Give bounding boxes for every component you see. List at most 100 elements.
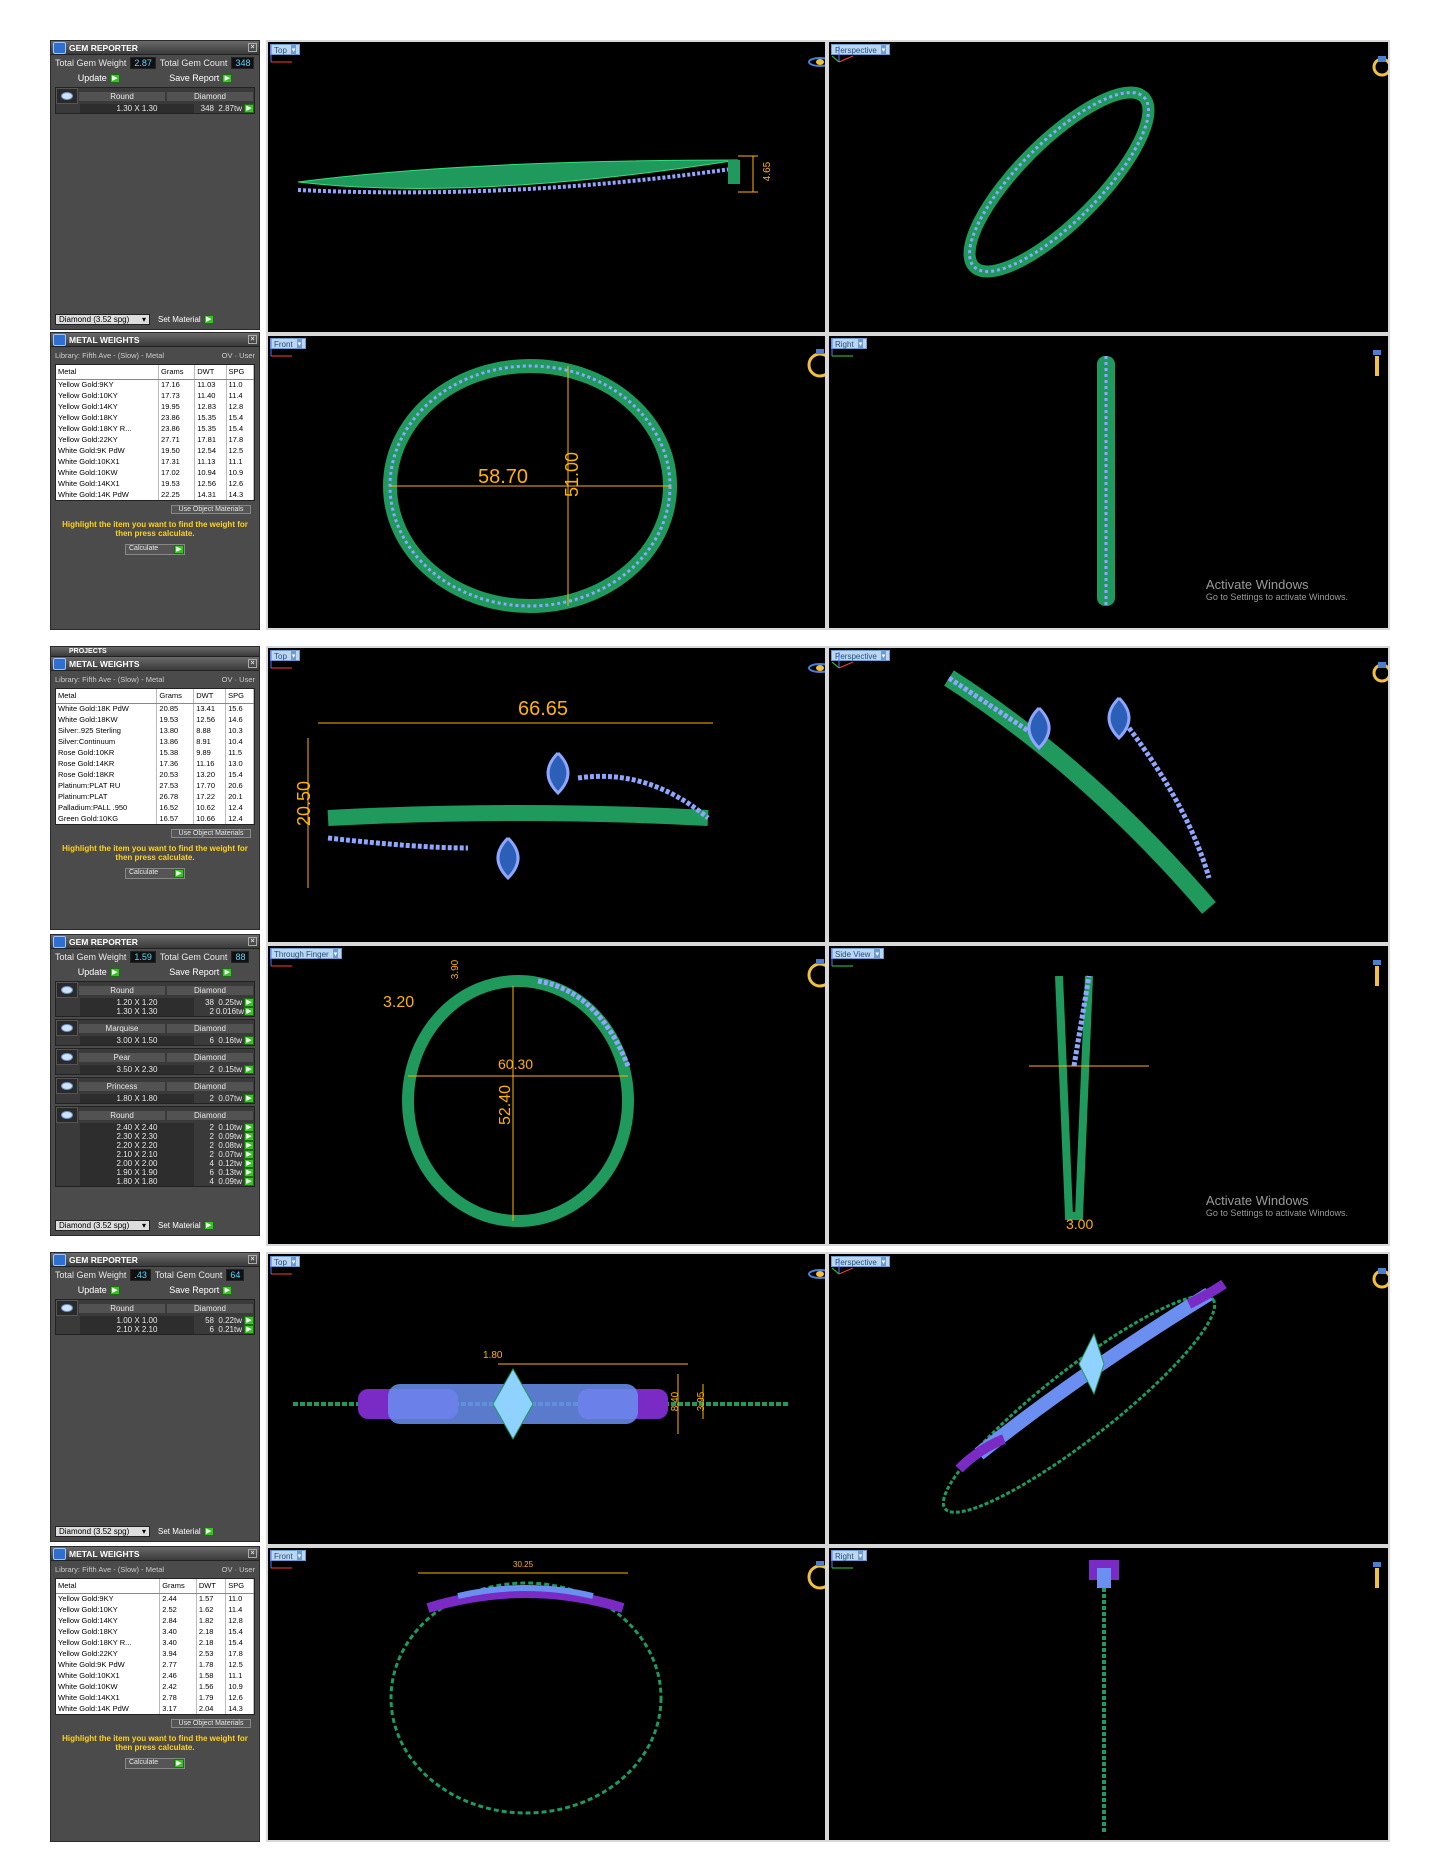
table-row[interactable]: Silver:.925 Sterling 13.80 8.88 10.3 xyxy=(56,725,254,736)
set-material-button[interactable]: Set Material ▶ xyxy=(154,315,218,324)
ov-toggle[interactable]: OV xyxy=(222,1565,233,1574)
viewport-perspective[interactable]: Perspective ▾ xyxy=(829,1254,1388,1544)
column-header[interactable]: SPG xyxy=(225,1579,254,1594)
update-button[interactable]: Update ▶ xyxy=(74,967,124,977)
gem-group[interactable]: Princess Diamond 1.80 X 1.80 2 0.07tw ▶ xyxy=(55,1077,255,1104)
gem-group[interactable]: Round Diamond 1.00 X 1.00 58 0.22tw ▶ 2.10 X… xyxy=(55,1299,255,1335)
close-icon[interactable]: × xyxy=(248,1255,257,1264)
gem-size-row[interactable]: 1.30 X 1.30 2 0.016tw ▶ xyxy=(56,1007,254,1016)
table-row[interactable]: Rose Gold:10KR 15.38 9.89 11.5 xyxy=(56,747,254,758)
projects-title[interactable]: PROJECTS xyxy=(51,647,259,657)
viewport-right[interactable]: Right ▾ Activate Windows Go to Settings to… xyxy=(829,336,1388,628)
calculate-button[interactable]: Calculate ▶ xyxy=(125,868,185,879)
viewport-through-finger[interactable]: 3.20 3.90 60.30 52.40 Through Finger ▾ xyxy=(268,946,825,1244)
table-row[interactable]: White Gold:9K PdW 19.50 12.54 12.5 xyxy=(56,445,255,456)
column-header[interactable]: Metal xyxy=(56,689,158,704)
gem-size-row[interactable]: 1.90 X 1.90 6 0.13tw ▶ xyxy=(56,1168,254,1177)
viewport-top[interactable]: 66.65 20.50 Top ▾ xyxy=(268,648,825,942)
table-row[interactable]: Palladium:PALL .950 16.52 10.62 12.4 xyxy=(56,802,254,813)
calculate-button[interactable]: Calculate ▶ xyxy=(125,544,185,555)
gem-size-row[interactable]: 2.10 X 2.10 6 0.21tw ▶ xyxy=(56,1325,254,1334)
gem-size-row[interactable]: 2.20 X 2.20 2 0.08tw ▶ xyxy=(56,1141,254,1150)
material-select[interactable]: Diamond (3.52 spg) ▾ xyxy=(55,314,150,325)
table-row[interactable]: White Gold:14K PdW 22.25 14.31 14.3 xyxy=(56,489,255,500)
table-row[interactable]: White Gold:10KX1 2.46 1.58 11.1 xyxy=(56,1670,254,1681)
user-toggle[interactable]: User xyxy=(239,351,255,360)
column-header[interactable]: Metal xyxy=(56,365,160,380)
close-icon[interactable]: × xyxy=(248,659,257,668)
user-toggle[interactable]: User xyxy=(239,675,255,684)
play-icon[interactable]: ▶ xyxy=(244,1159,254,1168)
play-icon[interactable]: ▶ xyxy=(244,1141,254,1150)
table-row[interactable]: White Gold:18KW 19.53 12.56 14.6 xyxy=(56,714,254,725)
play-icon[interactable]: ▶ xyxy=(244,104,254,113)
table-row[interactable]: Yellow Gold:9KY 17.16 11.03 11.0 xyxy=(56,379,255,390)
table-row[interactable]: Yellow Gold:22KY 3.94 2.53 17.8 xyxy=(56,1648,254,1659)
gem-size-row[interactable]: 1.80 X 1.80 4 0.09tw ▶ xyxy=(56,1177,254,1186)
play-icon[interactable]: ▶ xyxy=(244,1177,254,1186)
close-icon[interactable]: × xyxy=(248,335,257,344)
table-row[interactable]: Yellow Gold:18KY 3.40 2.18 15.4 xyxy=(56,1626,254,1637)
gem-group[interactable]: Round Diamond 2.40 X 2.40 2 0.10tw ▶ 2.30 X 2.… xyxy=(55,1106,255,1187)
gem-group[interactable]: Pear Diamond 3.50 X 2.30 2 0.15tw ▶ xyxy=(55,1048,255,1075)
play-icon[interactable]: ▶ xyxy=(244,1132,254,1141)
table-row[interactable]: Platinum:PLAT RU 27.53 17.70 20.6 xyxy=(56,780,254,791)
table-row[interactable]: White Gold:10KW 17.02 10.94 10.9 xyxy=(56,467,255,478)
column-header[interactable]: DWT xyxy=(196,1579,227,1594)
column-header[interactable]: SPG xyxy=(225,689,254,704)
column-header[interactable]: DWT xyxy=(194,365,227,380)
table-row[interactable]: Yellow Gold:14KY 19.95 12.83 12.8 xyxy=(56,401,255,412)
table-row[interactable]: Rose Gold:14KR 17.36 11.16 13.0 xyxy=(56,758,254,769)
set-material-button[interactable]: Set Material ▶ xyxy=(154,1221,218,1230)
calculate-button[interactable]: Calculate ▶ xyxy=(125,1758,185,1769)
play-icon[interactable]: ▶ xyxy=(244,1316,254,1325)
play-icon[interactable]: ▶ xyxy=(244,1123,254,1132)
gem-size-row[interactable]: 2.00 X 2.00 4 0.12tw ▶ xyxy=(56,1159,254,1168)
ov-toggle[interactable]: OV xyxy=(222,351,233,360)
table-row[interactable]: Yellow Gold:14KY 2.84 1.82 12.8 xyxy=(56,1615,254,1626)
user-toggle[interactable]: User xyxy=(239,1565,255,1574)
table-row[interactable]: Yellow Gold:18KY R... 23.86 15.35 15.4 xyxy=(56,423,255,434)
save-report-button[interactable]: Save Report ▶ xyxy=(165,73,236,83)
table-row[interactable]: Yellow Gold:22KY 27.71 17.81 17.8 xyxy=(56,434,255,445)
viewport-front[interactable]: 30.25 Front ▾ xyxy=(268,1548,825,1840)
gem-size-row[interactable]: 2.30 X 2.30 2 0.09tw ▶ xyxy=(56,1132,254,1141)
table-row[interactable]: Yellow Gold:18KY R... 3.40 2.18 15.4 xyxy=(56,1637,254,1648)
table-row[interactable]: White Gold:14KX1 2.78 1.79 12.6 xyxy=(56,1692,254,1703)
table-row[interactable]: Yellow Gold:10KY 2.52 1.62 11.4 xyxy=(56,1604,254,1615)
material-select[interactable]: Diamond (3.52 spg) ▾ xyxy=(55,1526,150,1537)
play-icon[interactable]: ▶ xyxy=(244,1094,254,1103)
gem-size-row[interactable]: 2.10 X 2.10 2 0.07tw ▶ xyxy=(56,1150,254,1159)
play-icon[interactable]: ▶ xyxy=(244,1168,254,1177)
table-row[interactable]: White Gold:10KX1 17.31 11.13 11.1 xyxy=(56,456,255,467)
save-report-button[interactable]: Save Report ▶ xyxy=(165,1285,236,1295)
update-button[interactable]: Update ▶ xyxy=(74,1285,124,1295)
use-object-materials-checkbox[interactable]: Use Object Materials xyxy=(171,1719,251,1728)
table-row[interactable]: White Gold:10KW 2.42 1.56 10.9 xyxy=(56,1681,254,1692)
material-select[interactable]: Diamond (3.52 spg) ▾ xyxy=(55,1220,150,1231)
table-row[interactable]: Silver:Continuum 13.86 8.91 10.4 xyxy=(56,736,254,747)
gem-size-row[interactable]: 1.20 X 1.20 38 0.25tw ▶ xyxy=(56,998,254,1007)
table-row[interactable]: White Gold:18K PdW 20.85 13.41 15.6 xyxy=(56,703,254,714)
viewport-side-view[interactable]: 3.00 Side View ▾ Activate Windows Go to Se… xyxy=(829,946,1388,1244)
table-row[interactable]: Yellow Gold:9KY 2.44 1.57 11.0 xyxy=(56,1593,254,1604)
viewport-perspective[interactable]: Perspective ▾ xyxy=(829,648,1388,942)
save-report-button[interactable]: Save Report ▶ xyxy=(165,967,236,977)
gem-group[interactable]: Round Diamond 1.20 X 1.20 38 0.25tw ▶ 1.30 X 1… xyxy=(55,981,255,1017)
play-icon[interactable]: ▶ xyxy=(244,1036,254,1045)
gem-size-row[interactable]: 3.00 X 1.50 6 0.16tw ▶ xyxy=(56,1036,254,1045)
column-header[interactable]: Grams xyxy=(159,1579,197,1594)
table-row[interactable]: Rose Gold:18KR 20.53 13.20 15.4 xyxy=(56,769,254,780)
gem-size-row[interactable]: 1.00 X 1.00 58 0.22tw ▶ xyxy=(56,1316,254,1325)
gem-size-row[interactable]: 2.40 X 2.40 2 0.10tw ▶ xyxy=(56,1123,254,1132)
play-icon[interactable]: ▶ xyxy=(244,1150,254,1159)
viewport-front[interactable]: 58.70 51.00 Front ▾ xyxy=(268,336,825,628)
table-row[interactable]: Yellow Gold:10KY 17.73 11.40 11.4 xyxy=(56,390,255,401)
gem-group[interactable]: Marquise Diamond 3.00 X 1.50 6 0.16tw ▶ xyxy=(55,1019,255,1046)
use-object-materials-checkbox[interactable]: Use Object Materials xyxy=(171,829,251,838)
play-icon[interactable]: ▶ xyxy=(244,1325,254,1334)
play-icon[interactable]: ▶ xyxy=(244,998,254,1007)
column-header[interactable]: Grams xyxy=(158,365,196,380)
close-icon[interactable]: × xyxy=(248,43,257,52)
column-header[interactable]: Metal xyxy=(56,1579,161,1594)
